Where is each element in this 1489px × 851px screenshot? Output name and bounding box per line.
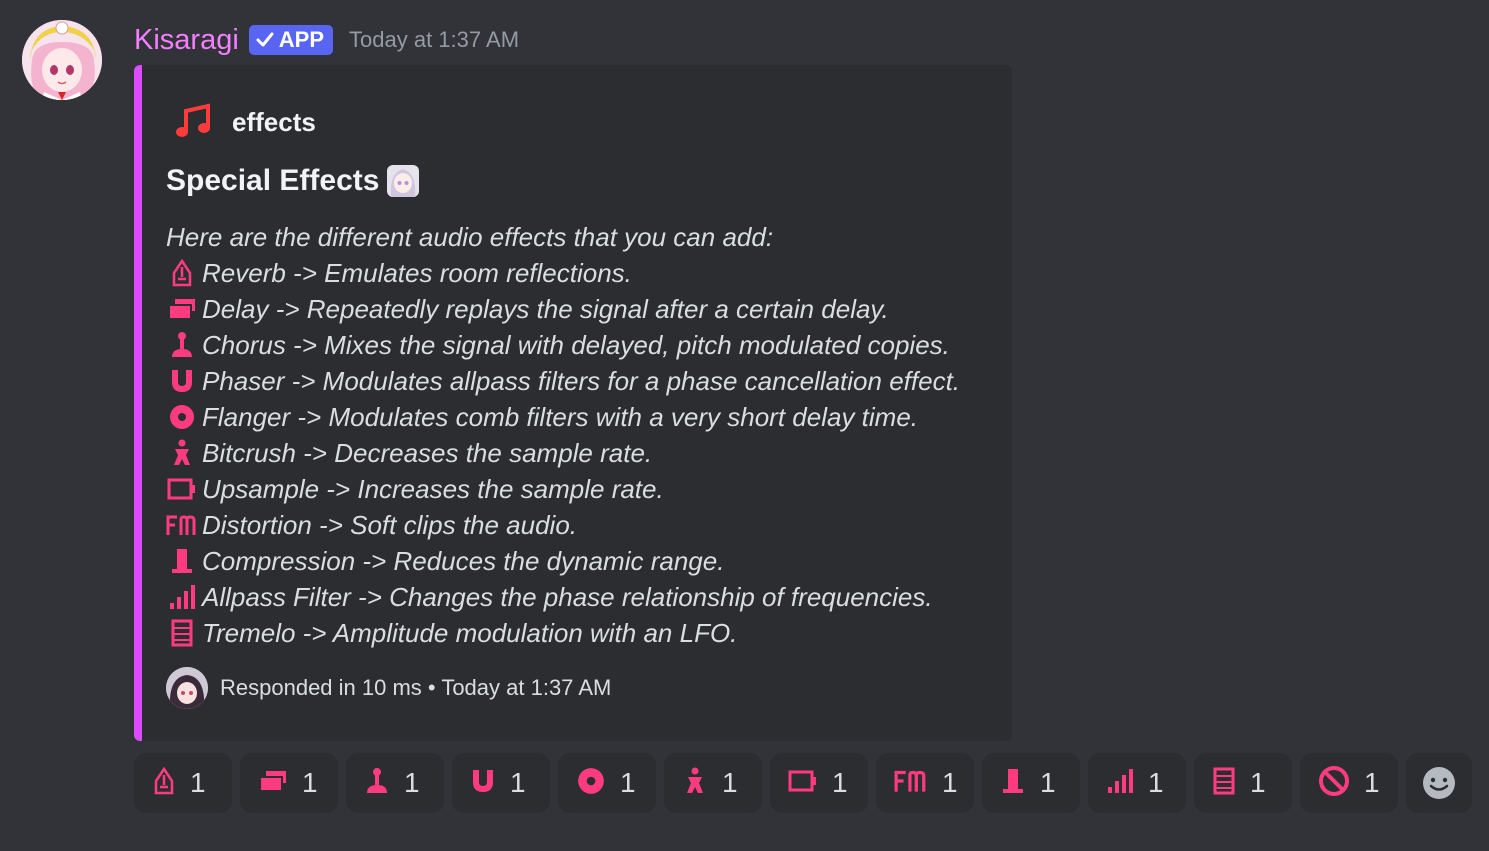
tower-icon	[166, 258, 198, 288]
reaction-button[interactable]: 1	[1088, 753, 1186, 813]
effect-line: Upsample -> Increases the sample rate.	[166, 471, 1000, 507]
reaction-count: 1	[1250, 767, 1266, 798]
reaction-count: 1	[1040, 767, 1056, 798]
embed-footer: Responded in 10 ms • Today at 1:37 AM	[166, 667, 611, 709]
reaction-count: 1	[404, 767, 420, 798]
fm-icon	[894, 768, 928, 799]
prohibited-icon	[1318, 765, 1350, 802]
reaction-count: 1	[190, 767, 206, 798]
reaction-button[interactable]: 1	[876, 753, 974, 813]
signal-bars-icon	[166, 582, 198, 612]
message-timestamp: Today at 1:37 AM	[349, 27, 520, 52]
embed-author-name[interactable]: effects	[232, 107, 316, 138]
reaction-count: 1	[302, 767, 318, 798]
reaction-count: 1	[510, 767, 526, 798]
footer-text: Responded in 10 ms • Today at 1:37 AM	[220, 675, 612, 700]
effect-line: Reverb -> Emulates room reflections.	[166, 255, 1000, 291]
reaction-button[interactable]: 1	[770, 753, 868, 813]
effect-line: Distortion -> Soft clips the audio.	[166, 507, 1000, 543]
effect-line: Phaser -> Modulates allpass filters for …	[166, 363, 1000, 399]
anime-girl-icon	[387, 165, 420, 197]
effect-text: Distortion -> Soft clips the audio.	[202, 510, 578, 540]
reaction-count: 1	[722, 767, 738, 798]
footer-avatar	[166, 667, 208, 709]
message-header: Kisaragi APP Today at 1:37 AM	[134, 22, 519, 58]
reaction-button[interactable]: 1	[558, 753, 656, 813]
effect-line: Tremelo -> Amplitude modulation with an …	[166, 615, 1000, 651]
embed-title: Special Effects	[166, 163, 421, 199]
pillar-icon	[1000, 766, 1026, 801]
reaction-count: 1	[1364, 767, 1380, 798]
app-badge: APP	[248, 25, 334, 55]
reaction-button[interactable]: 1	[1194, 753, 1292, 813]
smiley-icon	[1423, 767, 1455, 799]
username[interactable]: Kisaragi	[134, 24, 239, 57]
effect-line: Flanger -> Modulates comb filters with a…	[166, 399, 1000, 435]
user-avatar[interactable]	[22, 20, 102, 100]
reaction-button[interactable]: 1	[664, 753, 762, 813]
reaction-button[interactable]: 1	[346, 753, 444, 813]
effect-line: Compression -> Reduces the dynamic range…	[166, 543, 1000, 579]
magnet-icon	[166, 366, 198, 396]
effect-text: Phaser -> Modulates allpass filters for …	[202, 366, 961, 396]
disc-icon	[166, 402, 198, 432]
reaction-count: 1	[1148, 767, 1164, 798]
effect-line: Allpass Filter -> Changes the phase rela…	[166, 579, 1000, 615]
film-icon	[1212, 766, 1236, 801]
film-icon	[166, 618, 198, 648]
embed: effects Special Effects Here are the dif…	[134, 65, 1012, 741]
effect-text: Tremelo -> Amplitude modulation with an …	[202, 618, 738, 648]
reaction-button[interactable]: 1	[452, 753, 550, 813]
effect-text: Chorus -> Mixes the signal with delayed,…	[202, 330, 950, 360]
reaction-count: 1	[620, 767, 636, 798]
effect-line: Chorus -> Mixes the signal with delayed,…	[166, 327, 1000, 363]
app-badge-label: APP	[278, 27, 325, 52]
cards-icon	[166, 294, 198, 324]
effect-text: Upsample -> Increases the sample rate.	[202, 474, 664, 504]
tower-icon	[152, 766, 176, 801]
figure-icon	[682, 766, 708, 801]
reaction-button[interactable]: 1	[240, 753, 338, 813]
effect-text: Reverb -> Emulates room reflections.	[202, 258, 632, 288]
battery-icon	[166, 474, 198, 504]
embed-title-text: Special Effects	[166, 164, 380, 197]
magnet-icon	[470, 766, 496, 801]
embed-description: Here are the different audio effects tha…	[166, 219, 1000, 651]
cards-icon	[258, 768, 288, 799]
effect-line: Delay -> Repeatedly replays the signal a…	[166, 291, 1000, 327]
embed-author: effects	[174, 103, 316, 141]
reaction-button[interactable]: 1	[982, 753, 1080, 813]
effect-text: Delay -> Repeatedly replays the signal a…	[202, 294, 889, 324]
pillar-icon	[166, 546, 198, 576]
reaction-count: 1	[942, 767, 958, 798]
joystick-icon	[364, 766, 390, 801]
reaction-button[interactable]: 1	[134, 753, 232, 813]
effect-text: Bitcrush -> Decreases the sample rate.	[202, 438, 653, 468]
description-intro: Here are the different audio effects tha…	[166, 222, 774, 252]
reaction-count: 1	[832, 767, 848, 798]
signal-bars-icon	[1106, 766, 1134, 801]
effect-text: Compression -> Reduces the dynamic range…	[202, 546, 725, 576]
figure-icon	[166, 438, 198, 468]
music-note-icon	[176, 103, 210, 137]
reaction-button[interactable]: 1	[1300, 753, 1398, 813]
joystick-icon	[166, 330, 198, 360]
disc-icon	[576, 766, 606, 801]
checkmark-icon	[256, 32, 274, 47]
effect-text: Allpass Filter -> Changes the phase rela…	[202, 582, 933, 612]
add-reaction-button[interactable]	[1406, 753, 1472, 813]
battery-icon	[788, 768, 818, 799]
fm-icon	[166, 510, 198, 540]
effect-text: Flanger -> Modulates comb filters with a…	[202, 402, 919, 432]
reactions-bar: 1 1 1 1 1 1 1 1 1 1 1 1	[134, 753, 1472, 813]
effect-line: Bitcrush -> Decreases the sample rate.	[166, 435, 1000, 471]
